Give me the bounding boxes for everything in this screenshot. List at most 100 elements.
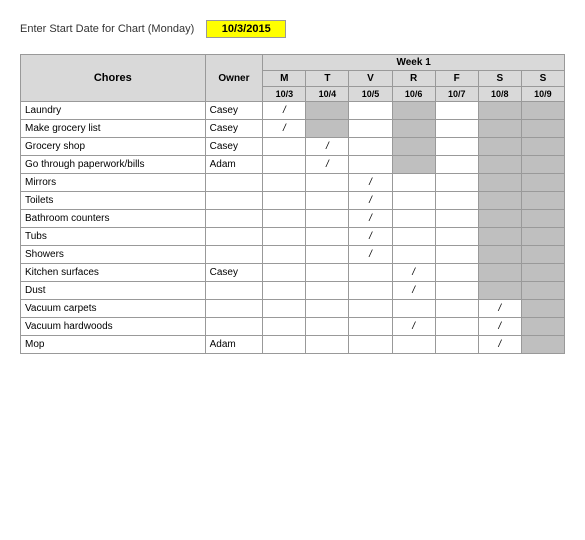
day-cell[interactable] <box>306 210 349 228</box>
day-cell[interactable]: / <box>392 264 435 282</box>
day-cell[interactable]: / <box>478 336 521 354</box>
day-cell[interactable]: / <box>306 138 349 156</box>
day-cell[interactable]: / <box>478 300 521 318</box>
day-cell[interactable] <box>306 120 349 138</box>
day-cell[interactable] <box>521 120 564 138</box>
day-cell[interactable] <box>392 210 435 228</box>
day-cell[interactable] <box>521 156 564 174</box>
day-cell[interactable] <box>263 138 306 156</box>
day-cell[interactable] <box>306 300 349 318</box>
day-cell[interactable] <box>478 282 521 300</box>
day-cell[interactable] <box>521 264 564 282</box>
day-cell[interactable] <box>349 264 392 282</box>
day-cell[interactable]: / <box>349 174 392 192</box>
day-cell[interactable] <box>263 318 306 336</box>
day-cell[interactable] <box>263 300 306 318</box>
day-cell[interactable] <box>435 264 478 282</box>
day-cell[interactable] <box>521 210 564 228</box>
day-cell[interactable]: / <box>349 210 392 228</box>
day-cell[interactable] <box>521 174 564 192</box>
day-cell[interactable] <box>392 228 435 246</box>
day-cell[interactable] <box>263 210 306 228</box>
day-cell[interactable] <box>349 282 392 300</box>
day-cell[interactable] <box>392 138 435 156</box>
day-cell[interactable]: / <box>392 282 435 300</box>
day-cell[interactable] <box>435 156 478 174</box>
day-cell[interactable] <box>435 210 478 228</box>
day-cell[interactable] <box>521 282 564 300</box>
day-cell[interactable] <box>478 156 521 174</box>
day-cell[interactable] <box>263 264 306 282</box>
day-cell[interactable] <box>435 192 478 210</box>
day-cell[interactable] <box>306 102 349 120</box>
day-cell[interactable] <box>392 246 435 264</box>
day-cell[interactable] <box>392 192 435 210</box>
day-cell[interactable] <box>435 336 478 354</box>
day-cell[interactable]: / <box>349 246 392 264</box>
day-cell[interactable] <box>392 156 435 174</box>
day-cell[interactable] <box>521 300 564 318</box>
day-cell[interactable] <box>521 138 564 156</box>
table-row: Make grocery listCasey/ <box>21 120 565 138</box>
day-cell[interactable] <box>435 138 478 156</box>
day-cell[interactable] <box>263 228 306 246</box>
day-cell[interactable] <box>349 138 392 156</box>
day-cell[interactable] <box>263 246 306 264</box>
day-cell[interactable] <box>478 192 521 210</box>
day-cell[interactable] <box>263 282 306 300</box>
day-cell[interactable] <box>349 102 392 120</box>
day-cell[interactable] <box>435 120 478 138</box>
day-cell[interactable] <box>392 120 435 138</box>
day-cell[interactable] <box>349 156 392 174</box>
day-cell[interactable] <box>306 246 349 264</box>
day-cell[interactable] <box>521 318 564 336</box>
day-cell[interactable] <box>478 210 521 228</box>
day-cell[interactable] <box>478 138 521 156</box>
day-cell[interactable]: / <box>263 102 306 120</box>
day-cell[interactable]: / <box>349 228 392 246</box>
day-cell[interactable] <box>521 192 564 210</box>
day-cell[interactable] <box>306 264 349 282</box>
day-cell[interactable] <box>435 174 478 192</box>
day-cell[interactable] <box>263 192 306 210</box>
day-cell[interactable] <box>263 174 306 192</box>
day-cell[interactable] <box>306 228 349 246</box>
day-cell[interactable] <box>349 120 392 138</box>
day-cell[interactable] <box>435 246 478 264</box>
day-cell[interactable] <box>478 228 521 246</box>
day-cell[interactable] <box>478 174 521 192</box>
day-cell[interactable] <box>392 102 435 120</box>
day-cell[interactable] <box>306 192 349 210</box>
day-cell[interactable] <box>435 300 478 318</box>
day-cell[interactable]: / <box>478 318 521 336</box>
day-cell[interactable] <box>349 336 392 354</box>
day-cell[interactable] <box>478 264 521 282</box>
day-cell[interactable] <box>478 246 521 264</box>
day-cell[interactable] <box>306 174 349 192</box>
day-cell[interactable] <box>435 282 478 300</box>
day-cell[interactable] <box>435 228 478 246</box>
day-cell[interactable] <box>392 174 435 192</box>
day-cell[interactable] <box>435 102 478 120</box>
day-cell[interactable] <box>435 318 478 336</box>
day-cell[interactable] <box>392 336 435 354</box>
day-cell[interactable] <box>306 318 349 336</box>
day-cell[interactable] <box>263 156 306 174</box>
day-cell[interactable] <box>521 228 564 246</box>
day-cell[interactable] <box>392 300 435 318</box>
day-cell[interactable] <box>521 246 564 264</box>
day-cell[interactable] <box>478 102 521 120</box>
day-cell[interactable] <box>306 282 349 300</box>
day-cell[interactable] <box>349 300 392 318</box>
day-cell[interactable] <box>478 120 521 138</box>
day-cell[interactable] <box>521 336 564 354</box>
day-cell[interactable]: / <box>349 192 392 210</box>
day-cell[interactable] <box>263 336 306 354</box>
day-cell[interactable] <box>306 336 349 354</box>
day-cell[interactable]: / <box>263 120 306 138</box>
day-cell[interactable]: / <box>306 156 349 174</box>
day-cell[interactable]: / <box>392 318 435 336</box>
day-cell[interactable] <box>349 318 392 336</box>
day-cell[interactable] <box>521 102 564 120</box>
date-input[interactable]: 10/3/2015 <box>206 20 286 38</box>
